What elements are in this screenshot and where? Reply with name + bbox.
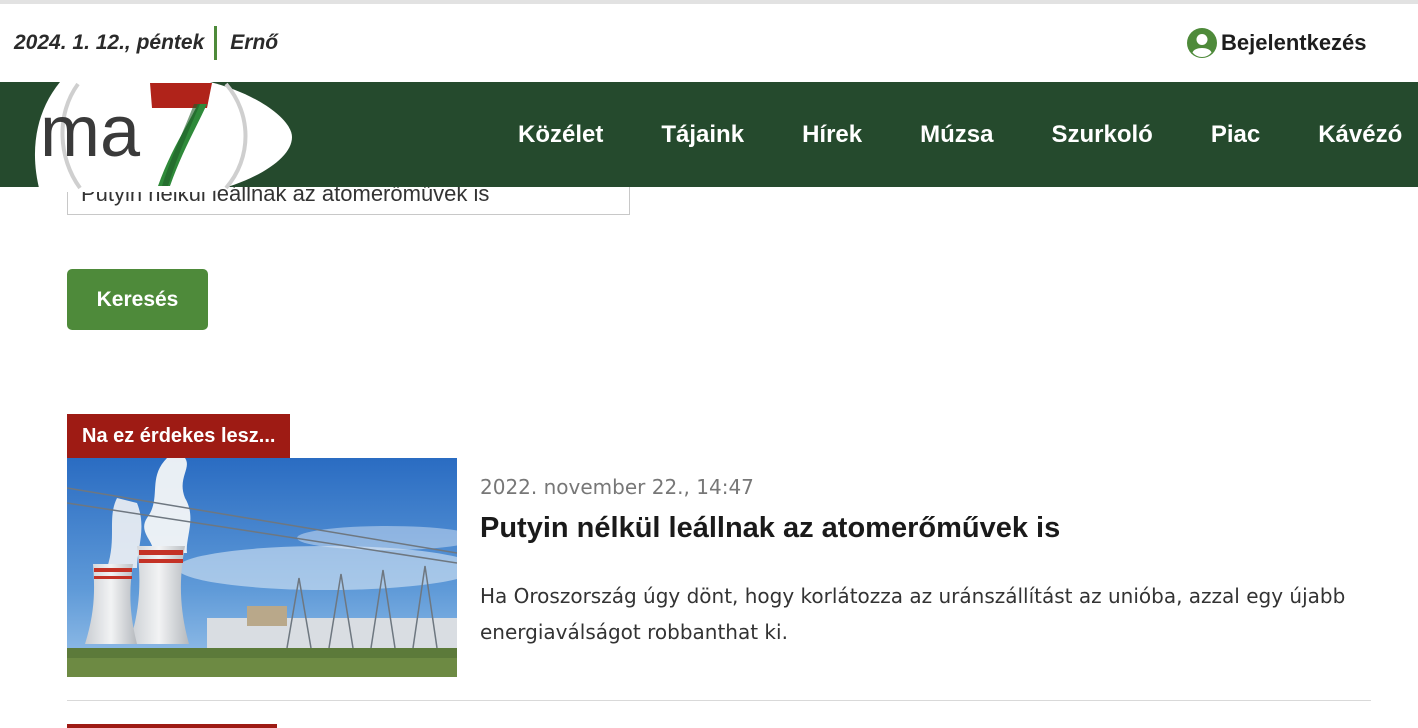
logo-text: ma	[40, 92, 141, 172]
nameday: Ernő	[230, 31, 279, 54]
nav-item-hirek[interactable]: Hírek	[802, 121, 862, 149]
nav-item-kozelet[interactable]: Közélet	[518, 121, 603, 149]
current-date: 2024. 1. 12., péntek	[14, 31, 205, 54]
login-label: Bejelentkezés	[1221, 30, 1367, 55]
article-title[interactable]: Putyin nélkül leállnak az atomerőművek i…	[480, 512, 1060, 545]
next-article-tag	[67, 724, 277, 728]
search-button[interactable]: Keresés	[67, 269, 208, 330]
nav-menu: Közélet Tájaink Hírek Múzsa Szurkoló Pia…	[518, 82, 1418, 187]
date-nameday-bar: 2024. 1. 12., péntek Ernő	[14, 26, 278, 60]
article-category-tag[interactable]: Na ez érdekes lesz...	[67, 414, 291, 458]
top-border	[0, 0, 1418, 4]
date-separator	[214, 26, 218, 60]
nav-item-szurkolo[interactable]: Szurkoló	[1051, 121, 1152, 149]
user-icon	[1187, 28, 1217, 58]
nav-item-piac[interactable]: Piac	[1211, 121, 1260, 149]
article-divider	[67, 700, 1371, 701]
site-logo[interactable]: ma	[0, 74, 300, 194]
nav-item-muzsa[interactable]: Múzsa	[920, 121, 993, 149]
nav-item-tajaink[interactable]: Tájaink	[661, 121, 744, 149]
article-thumbnail[interactable]	[67, 458, 457, 677]
article-date: 2022. november 22., 14:47	[480, 475, 754, 499]
login-link[interactable]: Bejelentkezés	[1186, 27, 1367, 59]
article-lead: Ha Oroszország úgy dönt, hogy korlátozza…	[480, 584, 1346, 644]
nav-item-kavezo[interactable]: Kávézó	[1318, 121, 1402, 149]
